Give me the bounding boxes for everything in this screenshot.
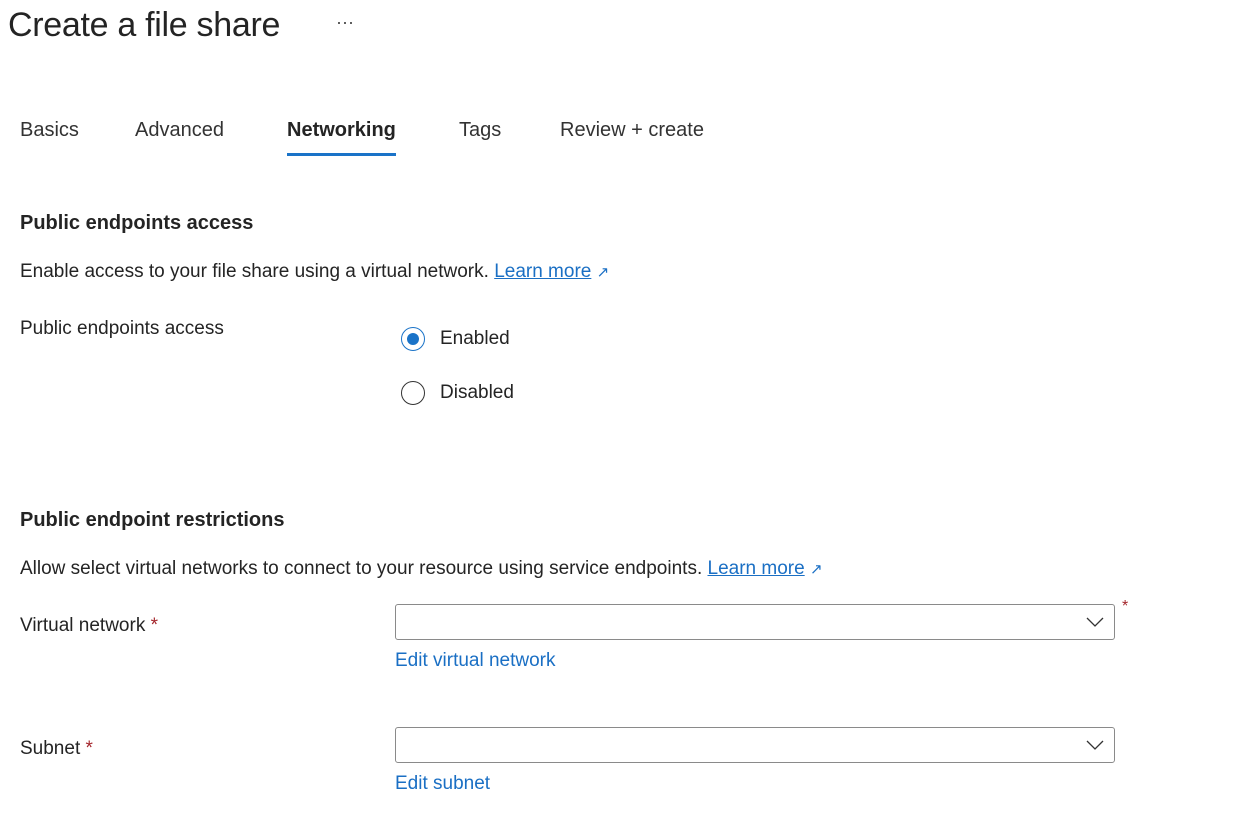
chevron-down-icon <box>1086 735 1104 755</box>
tab-review-create[interactable]: Review + create <box>560 119 704 142</box>
learn-more-link[interactable]: Learn more <box>708 558 805 579</box>
description-text: Allow select virtual networks to connect… <box>20 558 702 579</box>
virtual-network-dropdown[interactable] <box>395 604 1115 640</box>
radio-disabled[interactable]: Disabled <box>401 381 514 405</box>
radio-enabled[interactable]: Enabled <box>401 327 510 351</box>
required-asterisk: * <box>1122 598 1128 616</box>
subnet-label: Subnet * <box>20 738 93 760</box>
radio-unselected-icon[interactable] <box>401 381 425 405</box>
section-heading-restrictions: Public endpoint restrictions <box>20 509 284 532</box>
label-text: Virtual network <box>20 615 145 636</box>
tab-basics[interactable]: Basics <box>20 119 79 142</box>
tab-networking[interactable]: Networking <box>287 119 396 142</box>
public-access-description: Enable access to your file share using a… <box>20 261 609 283</box>
external-link-icon: ↗ <box>597 264 610 281</box>
public-access-label: Public endpoints access <box>20 318 224 340</box>
label-text: Subnet <box>20 738 80 759</box>
description-text: Enable access to your file share using a… <box>20 261 489 282</box>
radio-selected-icon[interactable] <box>401 327 425 351</box>
edit-subnet-link[interactable]: Edit subnet <box>395 773 490 795</box>
virtual-network-label: Virtual network * <box>20 615 158 637</box>
tab-advanced[interactable]: Advanced <box>135 119 224 142</box>
radio-label: Disabled <box>440 382 514 404</box>
edit-virtual-network-link[interactable]: Edit virtual network <box>395 650 556 672</box>
tab-tags[interactable]: Tags <box>459 119 501 142</box>
section-heading-public-access: Public endpoints access <box>20 212 253 235</box>
page-title: Create a file share <box>8 6 280 45</box>
chevron-down-icon <box>1086 612 1104 632</box>
subnet-dropdown[interactable] <box>395 727 1115 763</box>
required-asterisk: * <box>151 615 158 636</box>
restrictions-description: Allow select virtual networks to connect… <box>20 558 823 580</box>
more-options-button[interactable]: ··· <box>336 12 354 33</box>
external-link-icon: ↗ <box>810 561 823 578</box>
learn-more-link[interactable]: Learn more <box>494 261 591 282</box>
radio-label: Enabled <box>440 328 510 350</box>
required-asterisk: * <box>86 738 93 759</box>
